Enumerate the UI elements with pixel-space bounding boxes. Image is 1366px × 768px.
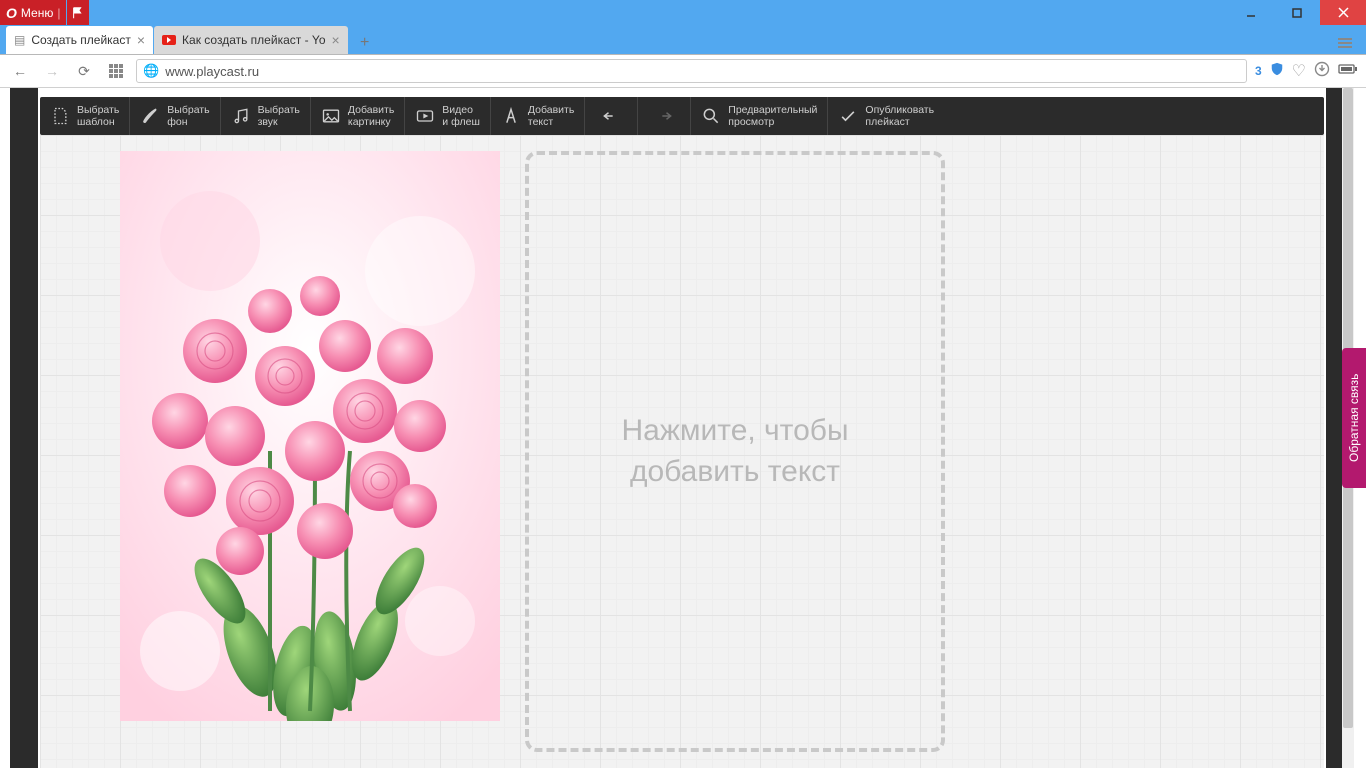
maximize-button[interactable]: [1274, 0, 1320, 25]
template-icon: [50, 106, 70, 126]
url-text: www.playcast.ru: [165, 64, 1240, 79]
page-icon: ▤: [14, 33, 25, 47]
check-icon: [838, 106, 858, 126]
window-controls: [1228, 0, 1366, 25]
battery-icon[interactable]: [1338, 62, 1358, 80]
downloads-icon[interactable]: [1314, 61, 1330, 82]
youtube-icon: [162, 35, 176, 45]
url-input[interactable]: 🌐 www.playcast.ru: [136, 59, 1247, 83]
tab-menu-icon[interactable]: [1338, 36, 1352, 54]
text-drop-zone[interactable]: Нажмите, чтобы добавить текст: [525, 151, 945, 752]
flag-icon: [71, 6, 85, 20]
choose-background-button[interactable]: Выбрать фон: [130, 97, 220, 135]
new-tab-button[interactable]: +: [353, 32, 377, 54]
image-slot[interactable]: [120, 151, 500, 721]
undo-icon: [601, 106, 621, 126]
tab-active[interactable]: ▤ Создать плейкаст ×: [6, 26, 153, 54]
tab-close-icon[interactable]: ×: [332, 32, 340, 48]
image-icon: [321, 106, 341, 126]
address-bar: ← → ⟳ 🌐 www.playcast.ru 3 ♡: [0, 55, 1366, 88]
minimize-button[interactable]: [1228, 0, 1274, 25]
menu-label: Меню: [21, 6, 53, 20]
video-icon: [415, 106, 435, 126]
blocker-count: 3: [1255, 64, 1262, 78]
flag-button[interactable]: [67, 0, 89, 25]
tab-strip: ▤ Создать плейкаст × Как создать плейкас…: [0, 25, 1366, 55]
feedback-label: Обратная связь: [1347, 374, 1361, 462]
titlebar: O Меню |: [0, 0, 1366, 25]
divider: |: [57, 6, 60, 20]
browser-menu-button[interactable]: O Меню |: [0, 0, 66, 25]
choose-template-button[interactable]: Выбрать шаблон: [40, 97, 130, 135]
redo-icon: [654, 106, 674, 126]
browser-window: O Меню | ▤ Создать плейкаст × Как создат…: [0, 0, 1366, 768]
page-viewport: Выбрать шаблон Выбрать фон Выбрать звук …: [10, 88, 1354, 768]
opera-icon: O: [6, 5, 17, 21]
preview-button[interactable]: Предварительный просмотр: [691, 97, 828, 135]
editor-toolbar: Выбрать шаблон Выбрать фон Выбрать звук …: [40, 97, 1324, 135]
tab-inactive[interactable]: Как создать плейкаст - Yo ×: [154, 26, 348, 54]
choose-sound-button[interactable]: Выбрать звук: [221, 97, 311, 135]
tab-title: Как создать плейкаст - Yo: [182, 33, 325, 47]
roses-image: [120, 151, 500, 721]
shield-icon[interactable]: [1270, 62, 1284, 81]
close-button[interactable]: [1320, 0, 1366, 25]
search-icon: [701, 106, 721, 126]
editor-canvas[interactable]: Нажмите, чтобы добавить текст 950 пикс: [40, 135, 1324, 768]
add-video-button[interactable]: Видео и флеш: [405, 97, 491, 135]
page-content: Выбрать шаблон Выбрать фон Выбрать звук …: [0, 88, 1366, 768]
music-icon: [231, 106, 251, 126]
add-text-button[interactable]: Добавить текст: [491, 97, 585, 135]
add-image-button[interactable]: Добавить картинку: [311, 97, 405, 135]
tab-close-icon[interactable]: ×: [137, 32, 145, 48]
reload-button[interactable]: ⟳: [72, 59, 96, 83]
bookmark-heart-icon[interactable]: ♡: [1292, 61, 1306, 81]
back-button[interactable]: ←: [8, 59, 32, 83]
left-gutter: [10, 88, 38, 768]
brush-icon: [140, 106, 160, 126]
tab-title: Создать плейкаст: [31, 33, 131, 47]
globe-icon: 🌐: [143, 63, 159, 79]
redo-button[interactable]: [638, 97, 691, 135]
text-drop-label: Нажмите, чтобы добавить текст: [621, 411, 848, 492]
publish-button[interactable]: Опубликовать плейкаст: [828, 97, 944, 135]
speed-dial-button[interactable]: [104, 59, 128, 83]
text-icon: [501, 106, 521, 126]
editor-column: Выбрать шаблон Выбрать фон Выбрать звук …: [38, 88, 1326, 768]
undo-button[interactable]: [585, 97, 638, 135]
feedback-tab[interactable]: Обратная связь: [1342, 348, 1366, 488]
forward-button[interactable]: →: [40, 59, 64, 83]
